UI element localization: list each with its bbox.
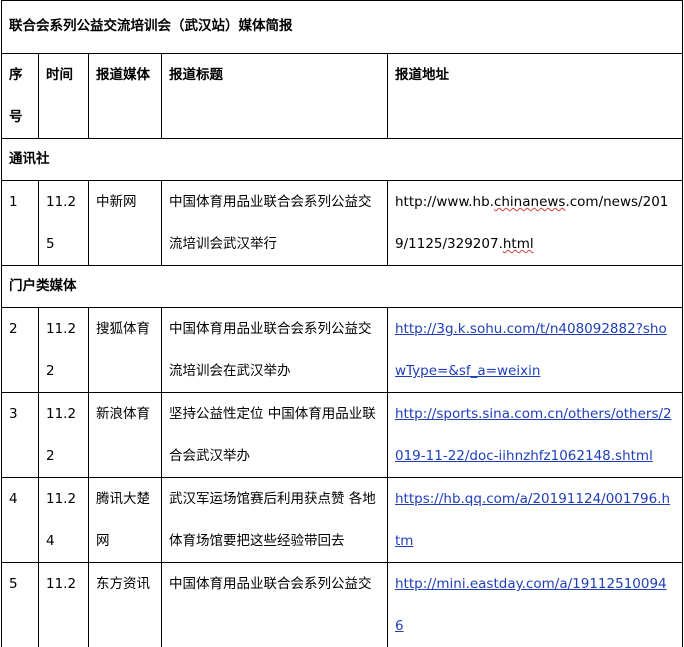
row-url: http://mini.eastday.com/a/191125100946 xyxy=(388,563,683,647)
row-url: https://hb.qq.com/a/20191124/001796.htm xyxy=(388,478,683,563)
row-headline: 坚持公益性定位 中国体育用品业联合会武汉举办 xyxy=(162,393,388,478)
report-title: 联合会系列公益交流培训会（武汉站）媒体简报 xyxy=(2,1,683,54)
section-row-news-agency: 通讯社 xyxy=(2,139,683,181)
row-media: 新浪体育 xyxy=(89,393,162,478)
section-row-portal-media: 门户类媒体 xyxy=(2,266,683,308)
report-link[interactable]: http://3g.k.sohu.com/t/n408092882?showTy… xyxy=(395,321,667,379)
section-title: 门户类媒体 xyxy=(2,266,683,308)
row-media: 搜狐体育 xyxy=(89,308,162,393)
row-seq: 1 xyxy=(2,181,39,266)
row-media: 中新网 xyxy=(89,181,162,266)
title-row: 联合会系列公益交流培训会（武汉站）媒体简报 xyxy=(2,1,683,54)
url-text-part: chinanews xyxy=(494,194,566,210)
row-seq: 4 xyxy=(2,478,39,563)
header-seq: 序号 xyxy=(2,54,39,139)
url-text-part: http://www.hb. xyxy=(395,194,494,210)
row-seq: 3 xyxy=(2,393,39,478)
header-url: 报道地址 xyxy=(388,54,683,139)
report-link[interactable]: http://sports.sina.com.cn/others/others/… xyxy=(395,406,672,464)
row-seq: 2 xyxy=(2,308,39,393)
report-link[interactable]: http://mini.eastday.com/a/191125100946 xyxy=(395,576,667,634)
header-row: 序号 时间 报道媒体 报道标题 报道地址 xyxy=(2,54,683,139)
row-seq: 5 xyxy=(2,563,39,647)
media-report-table: 联合会系列公益交流培训会（武汉站）媒体简报 序号 时间 报道媒体 报道标题 报道… xyxy=(1,0,683,647)
header-time: 时间 xyxy=(39,54,89,139)
table-row: 4 11.24 腾讯大楚网 武汉军运场馆赛后利用获点赞 各地体育场馆要把这些经验… xyxy=(2,478,683,563)
table-row: 5 11.2 东方资讯 中国体育用品业联合会系列公益交 http://mini.… xyxy=(2,563,683,647)
row-headline: 中国体育用品业联合会系列公益交流培训会在武汉举办 xyxy=(162,308,388,393)
row-url: http://sports.sina.com.cn/others/others/… xyxy=(388,393,683,478)
row-time: 11.22 xyxy=(39,308,89,393)
row-headline: 中国体育用品业联合会系列公益交 xyxy=(162,563,388,647)
row-headline: 中国体育用品业联合会系列公益交流培训会武汉举行 xyxy=(162,181,388,266)
url-text-part: html xyxy=(503,236,534,252)
row-time: 11.25 xyxy=(39,181,89,266)
header-headline: 报道标题 xyxy=(162,54,388,139)
header-media: 报道媒体 xyxy=(89,54,162,139)
row-time: 11.24 xyxy=(39,478,89,563)
row-headline: 武汉军运场馆赛后利用获点赞 各地体育场馆要把这些经验带回去 xyxy=(162,478,388,563)
row-url: http://3g.k.sohu.com/t/n408092882?showTy… xyxy=(388,308,683,393)
row-time: 11.2 xyxy=(39,563,89,647)
section-title: 通讯社 xyxy=(2,139,683,181)
row-media: 东方资讯 xyxy=(89,563,162,647)
report-link[interactable]: https://hb.qq.com/a/20191124/001796.htm xyxy=(395,491,670,549)
row-url: http://www.hb.chinanews.com/news/2019/11… xyxy=(388,181,683,266)
row-media: 腾讯大楚网 xyxy=(89,478,162,563)
table-row: 2 11.22 搜狐体育 中国体育用品业联合会系列公益交流培训会在武汉举办 ht… xyxy=(2,308,683,393)
table-row: 1 11.25 中新网 中国体育用品业联合会系列公益交流培训会武汉举行 http… xyxy=(2,181,683,266)
row-time: 11.22 xyxy=(39,393,89,478)
table-row: 3 11.22 新浪体育 坚持公益性定位 中国体育用品业联合会武汉举办 http… xyxy=(2,393,683,478)
